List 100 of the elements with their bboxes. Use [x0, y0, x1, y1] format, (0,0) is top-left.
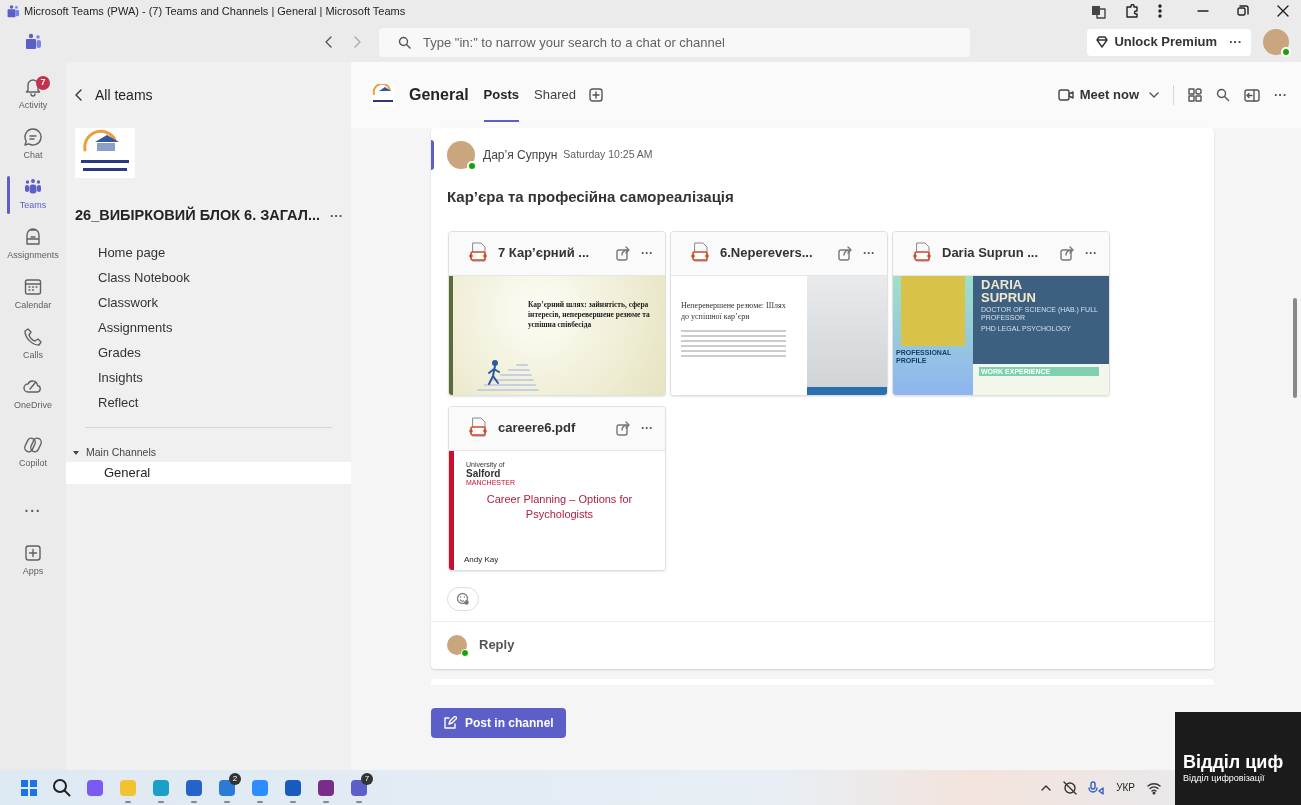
file-name: careere6.pdf	[498, 419, 576, 438]
team-menu-item[interactable]: Classwork	[66, 289, 351, 315]
close-icon[interactable]	[1277, 5, 1289, 17]
more-options[interactable]: ···	[1229, 32, 1242, 52]
team-menu-item[interactable]: Insights	[66, 364, 351, 390]
slide-author: Andy Kay	[464, 553, 500, 566]
app-bar-item[interactable]: Assignments	[0, 220, 66, 270]
cv-first-name: DARIA	[981, 277, 1024, 291]
message-time: Saturday 10:25 AM	[563, 147, 653, 163]
all-teams-link[interactable]: All teams	[66, 62, 351, 128]
more-options[interactable]: ···	[1274, 85, 1287, 105]
chevron-up-icon[interactable]	[1041, 783, 1052, 792]
add-reaction-button[interactable]	[447, 586, 479, 611]
meet-now-button[interactable]: Meet now	[1057, 85, 1139, 105]
side-panel-icon[interactable]	[1244, 87, 1260, 103]
taskbar-app[interactable]: 2	[210, 772, 243, 803]
back-icon	[75, 89, 83, 101]
language-indicator[interactable]: УКР	[1116, 780, 1135, 795]
share-icon[interactable]	[1060, 245, 1075, 261]
slide-title: Career Planning – Options for Psychologists	[485, 491, 634, 522]
add-tab-icon[interactable]	[588, 88, 603, 102]
team-menu-item[interactable]: Home page	[66, 239, 351, 265]
file-card[interactable]: 6.Neperevers... ··· Неперевершене резюме: Шлях до успішної кар’єри	[670, 230, 888, 396]
more-options[interactable]: ···	[1085, 244, 1097, 262]
channel-tab[interactable]: Shared	[534, 62, 576, 128]
window-title: Microsoft Teams (PWA) - (7) Teams and Channels | General | Microsoft Teams	[24, 3, 406, 19]
presentation-file-icon	[469, 417, 488, 439]
share-icon[interactable]	[616, 420, 631, 436]
user-avatar[interactable]	[1263, 29, 1289, 55]
channel-item[interactable]: General	[66, 461, 351, 484]
more-options[interactable]: ···	[641, 244, 653, 262]
running-indicator	[322, 800, 329, 803]
more-options[interactable]: ···	[641, 419, 653, 437]
taskbar-app[interactable]: 7	[342, 772, 375, 803]
notification-badge: 2	[229, 772, 241, 785]
file-name: 6.Neperevers...	[720, 244, 813, 263]
status-available-icon	[467, 161, 477, 171]
selected-indicator	[7, 176, 10, 214]
logo-text: Salford	[466, 468, 502, 479]
share-icon[interactable]	[838, 245, 853, 261]
app-icon	[216, 777, 237, 798]
video-window-title: Відділ циф	[1183, 752, 1285, 772]
chat-icon	[23, 127, 43, 148]
app-bar-item[interactable]: Chat	[0, 120, 66, 170]
app-bar-item[interactable]: Apps	[0, 536, 66, 586]
video-camera-icon	[1057, 88, 1074, 102]
app-bar-item[interactable]: Calendar	[0, 270, 66, 320]
channel-section-header[interactable]: Main Channels	[66, 443, 351, 462]
app-icon	[249, 777, 270, 798]
more-options[interactable]: ···	[863, 244, 875, 262]
app-bar-item[interactable]: Copilot	[0, 428, 66, 478]
cv-last-name: SUPRUN	[981, 290, 1037, 304]
running-indicator	[355, 800, 362, 803]
tab-underline	[483, 120, 519, 122]
app-bar-item[interactable]: OneDrive	[0, 370, 66, 420]
app-bar-item[interactable]: Teams	[0, 170, 66, 220]
chevron-down-icon[interactable]	[1149, 92, 1159, 98]
team-menu-item[interactable]: Reflect	[66, 389, 351, 415]
running-indicator	[289, 800, 296, 803]
team-menu-item[interactable]: Grades	[66, 339, 351, 365]
search-icon[interactable]	[1216, 88, 1230, 102]
translate-icon[interactable]	[1091, 3, 1106, 19]
photo-placeholder	[901, 275, 965, 346]
search-field[interactable]: Type "in:" to narrow your search to a chat or channel	[379, 27, 970, 57]
team-name: 26_ВИБІРКОВИЙ БЛОК 6. ЗАГАЛ...	[75, 205, 320, 225]
channel-tab[interactable]: Posts	[483, 62, 519, 128]
app-bar-item[interactable]: Calls	[0, 320, 66, 370]
presentation-file-icon	[691, 242, 710, 264]
compose-icon	[443, 716, 457, 730]
calendar-icon	[23, 277, 43, 298]
post-in-channel-button[interactable]: Post in channel	[431, 708, 566, 738]
app-icon	[183, 777, 204, 798]
running-indicator	[157, 800, 164, 803]
back-icon[interactable]	[324, 36, 334, 48]
status-available-icon	[461, 649, 469, 657]
app-bar-item[interactable]: Activity 7	[0, 70, 66, 120]
sync-off-icon[interactable]	[1063, 780, 1078, 795]
restore-icon[interactable]	[1237, 5, 1249, 17]
wifi-icon[interactable]	[1147, 780, 1161, 795]
team-logo	[75, 128, 135, 178]
unlock-premium-button[interactable]: Unlock Premium ···	[1087, 28, 1251, 56]
team-menu-item[interactable]: Assignments	[66, 314, 351, 340]
author-name: Дар’я Супрун	[483, 147, 558, 164]
more-options[interactable]: ···	[329, 206, 343, 226]
plus-icon	[23, 543, 43, 564]
slide-title: Неперевершене резюме: Шлях до успішної кар’єри	[681, 299, 787, 322]
more-vertical-icon[interactable]	[1157, 4, 1163, 18]
notification-badge: 7	[361, 772, 373, 785]
microphone-icon[interactable]	[1087, 780, 1105, 795]
apps-grid-icon[interactable]	[1188, 88, 1202, 102]
app-icon	[117, 777, 138, 798]
extensions-icon[interactable]	[1124, 3, 1139, 19]
teams-logo-icon[interactable]	[23, 32, 43, 52]
team-menu-item[interactable]: Class Notebook	[66, 264, 351, 290]
status-available-icon	[1281, 47, 1291, 57]
reply-button[interactable]: Reply	[479, 635, 515, 655]
file-name: 7 Кар’єрний ...	[498, 244, 590, 263]
share-icon[interactable]	[616, 245, 631, 261]
file-name: Daria Suprun ...	[942, 244, 1039, 263]
app-bar-item[interactable]: ···	[0, 486, 66, 536]
